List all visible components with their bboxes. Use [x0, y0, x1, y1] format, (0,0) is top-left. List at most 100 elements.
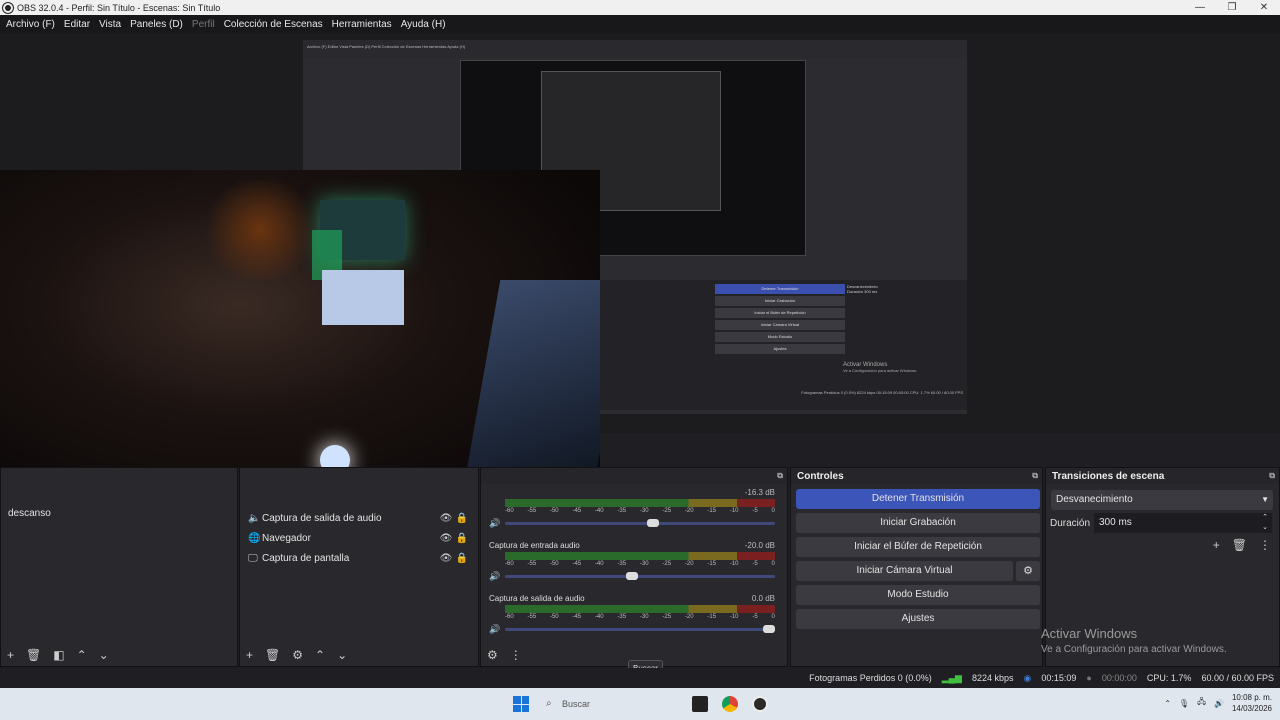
- volume-slider-knob[interactable]: [647, 519, 659, 527]
- clock-time: 10:08 p. m.: [1231, 693, 1272, 702]
- menu-archivo[interactable]: Archivo (F): [6, 19, 55, 30]
- virtual-camera-button[interactable]: Iniciar Cámara Virtual: [796, 561, 1013, 581]
- menu-paneles[interactable]: Paneles (D): [130, 19, 183, 30]
- obs-taskbar-icon[interactable]: [752, 696, 768, 712]
- source-item[interactable]: 🌐 Navegador 👁 🔒: [248, 528, 470, 548]
- audio-mixer-dock: ⧉ -16.3 dB -60 -55 -50 -45 -40 -35 -30 -25 -20 -15…: [480, 467, 788, 667]
- meter-tick-label: -25: [662, 561, 672, 567]
- menu-herramientas[interactable]: Herramientas: [332, 19, 392, 30]
- system-tray: ⌃ 🎙 🖧 🔊 10:08 p. m. 14/03/2026: [1164, 692, 1272, 714]
- mute-speaker-icon[interactable]: 🔊: [489, 624, 500, 635]
- meter-tick-label: -15: [707, 614, 717, 620]
- volume-icon[interactable]: 🔊: [1214, 699, 1224, 708]
- volume-slider[interactable]: [505, 572, 775, 580]
- scene-item[interactable]: descanso: [8, 508, 51, 519]
- replay-buffer-button[interactable]: Iniciar el Búfer de Repetición: [796, 537, 1040, 557]
- remove-source-icon[interactable]: 🗑: [265, 648, 280, 662]
- scenes-toolbar: + 🗑 ◧ ⌃ ⌄: [1, 644, 237, 666]
- transition-menu-icon[interactable]: ⋮: [1259, 538, 1271, 552]
- meter-tick-label: -30: [639, 561, 649, 567]
- scene-list: descanso: [8, 508, 51, 519]
- meter-tick-label: -15: [707, 561, 717, 567]
- menu-coleccion-escenas[interactable]: Colección de Escenas: [224, 19, 323, 30]
- chrome-icon[interactable]: [722, 696, 738, 712]
- visibility-eye-icon[interactable]: 👁: [438, 553, 454, 564]
- cpu-usage: CPU: 1.7%: [1146, 673, 1192, 683]
- stop-stream-button[interactable]: Detener Transmisión: [796, 489, 1040, 509]
- add-scene-icon[interactable]: +: [7, 648, 14, 662]
- meter-tick-label: -35: [617, 614, 627, 620]
- lock-icon[interactable]: 🔒: [454, 553, 470, 564]
- obs-logo-icon: [3, 2, 13, 13]
- meter-tick-label: -45: [572, 614, 582, 620]
- nested-duration: Duración 300 ms: [847, 289, 878, 294]
- transitions-title: Transiciones de escena: [1052, 470, 1165, 482]
- virtual-camera-gear-icon[interactable]: ⚙: [1016, 561, 1040, 581]
- meter-tick-label: -55: [527, 508, 537, 514]
- meter-scale: -60 -55 -50 -45 -40 -35 -30 -25 -20 -15 -10 -5 0: [505, 614, 775, 624]
- mute-speaker-icon[interactable]: 🔊: [489, 518, 500, 529]
- volume-slider[interactable]: [505, 519, 775, 527]
- nested-control-0: Detener Transmisión: [715, 284, 845, 294]
- transition-selected-value: Desvanecimiento: [1056, 494, 1133, 505]
- controls-dock: Controles ⧉ Detener Transmisión Iniciar …: [790, 467, 1043, 667]
- scene-filters-icon[interactable]: ◧: [53, 648, 64, 662]
- preview-canvas[interactable]: Archivo (F) Editar Vista Paneles (D) Per…: [0, 33, 1280, 508]
- meter-tick-label: -60: [505, 561, 514, 567]
- maximize-button[interactable]: ❐: [1216, 0, 1248, 15]
- move-down-icon[interactable]: ⌄: [99, 648, 109, 662]
- meter-tick-label: -5: [752, 508, 758, 514]
- windows-start-icon[interactable]: [513, 696, 529, 712]
- advanced-audio-icon[interactable]: ⚙: [487, 648, 498, 662]
- meter-tick-label: -10: [729, 614, 739, 620]
- duration-field[interactable]: 300 ms ⌃ ⌄: [1094, 513, 1272, 533]
- transition-select[interactable]: Desvanecimiento ▼: [1051, 490, 1273, 510]
- taskbar-search-box[interactable]: ⌕ Buscar: [542, 694, 652, 714]
- start-recording-button[interactable]: Iniciar Grabación: [796, 513, 1040, 533]
- minimize-button[interactable]: —: [1184, 0, 1216, 15]
- status-bar: Fotogramas Perdidos 0 (0.0%) ▂▄▆ 8224 kb…: [0, 668, 1280, 688]
- menu-editar[interactable]: Editar: [64, 19, 90, 30]
- nested-menu-bar: Archivo (F) Editar Vista Paneles (D) Per…: [303, 40, 967, 58]
- source-properties-gear-icon[interactable]: ⚙: [292, 648, 303, 662]
- mixer-header: ⧉: [481, 468, 787, 484]
- menu-perfil[interactable]: Perfil: [192, 19, 215, 30]
- add-source-icon[interactable]: +: [246, 648, 253, 662]
- dock-float-icon[interactable]: ⧉: [1269, 471, 1275, 481]
- remove-scene-icon[interactable]: 🗑: [26, 648, 41, 662]
- menu-vista[interactable]: Vista: [99, 19, 121, 30]
- meter-tick-label: 0: [771, 561, 775, 567]
- network-icon[interactable]: 🖧: [1197, 696, 1206, 710]
- volume-slider-knob[interactable]: [763, 625, 775, 633]
- studio-mode-button[interactable]: Modo Estudio: [796, 585, 1040, 605]
- meter-tick-label: -60: [505, 508, 514, 514]
- volume-slider[interactable]: [505, 625, 775, 633]
- lock-icon[interactable]: 🔒: [454, 513, 470, 524]
- move-up-icon[interactable]: ⌃: [315, 648, 325, 662]
- speaker-icon: 🔈: [248, 512, 261, 524]
- move-down-icon[interactable]: ⌄: [337, 648, 347, 662]
- bitrate: 8224 kbps: [971, 673, 1014, 683]
- spinner-arrows-icon[interactable]: ⌃ ⌄: [1262, 513, 1268, 533]
- mute-speaker-icon[interactable]: 🔊: [489, 571, 500, 582]
- source-item[interactable]: 🖵 Captura de pantalla 👁 🔒: [248, 548, 470, 568]
- menu-ayuda[interactable]: Ayuda (H): [401, 19, 446, 30]
- add-transition-icon[interactable]: +: [1213, 538, 1220, 552]
- mixer-menu-icon[interactable]: ⋮: [510, 648, 522, 662]
- taskbar-clock[interactable]: 10:08 p. m. 14/03/2026: [1232, 692, 1272, 714]
- volume-slider-knob[interactable]: [626, 572, 638, 580]
- close-button[interactable]: ✕: [1248, 0, 1280, 15]
- visibility-eye-icon[interactable]: 👁: [438, 533, 454, 544]
- move-up-icon[interactable]: ⌃: [77, 648, 87, 662]
- remove-transition-icon[interactable]: 🗑: [1232, 538, 1247, 552]
- show-hidden-icons-icon[interactable]: ⌃: [1164, 699, 1171, 708]
- dock-float-icon[interactable]: ⧉: [777, 471, 783, 481]
- file-explorer-icon[interactable]: [692, 696, 708, 712]
- lock-icon[interactable]: 🔒: [454, 533, 470, 544]
- microphone-icon[interactable]: 🎙: [1179, 699, 1189, 708]
- source-item[interactable]: 🔈 Captura de salida de audio 👁 🔒: [248, 508, 470, 528]
- dock-float-icon[interactable]: ⧉: [1032, 471, 1038, 481]
- volume-meter: [505, 499, 775, 507]
- visibility-eye-icon[interactable]: 👁: [438, 513, 454, 524]
- settings-button[interactable]: Ajustes: [796, 609, 1040, 629]
